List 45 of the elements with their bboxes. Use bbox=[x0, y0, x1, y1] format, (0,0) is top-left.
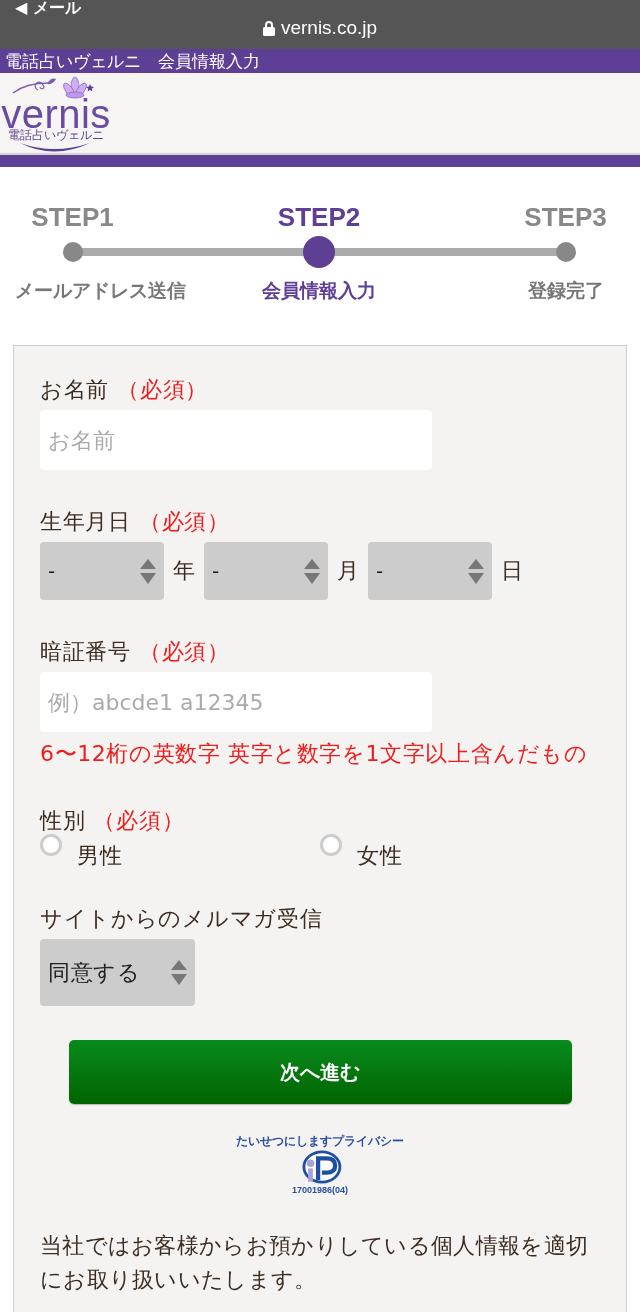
required-mark: （必須） bbox=[138, 638, 230, 666]
required-mark: （必須） bbox=[117, 376, 208, 404]
star-icon bbox=[86, 84, 94, 92]
date-select[interactable]: - bbox=[368, 542, 492, 600]
date-unit-label: 日 bbox=[500, 557, 524, 585]
lock-icon bbox=[262, 20, 275, 36]
step-label: 登録完了 bbox=[527, 278, 604, 302]
up-down-arrows-icon bbox=[304, 558, 320, 584]
required-mark: （必須） bbox=[138, 508, 230, 536]
page-title-bar: 電話占いヴェルニ 会員情報入力 bbox=[0, 49, 640, 73]
step-title: STEP3 bbox=[524, 202, 607, 232]
step-label: メールアドレス送信 bbox=[15, 278, 186, 302]
field-label: 性別 bbox=[40, 807, 86, 835]
dropdown-select[interactable]: 同意する bbox=[40, 939, 195, 1006]
back-link[interactable]: ◀ メール bbox=[15, 0, 81, 16]
up-down-arrows-icon bbox=[140, 558, 156, 584]
privacy-mark-number: 17001986(04) bbox=[291, 1185, 349, 1196]
swirl-leaf-icon bbox=[12, 78, 56, 94]
step-title: STEP2 bbox=[277, 202, 361, 232]
date-unit-label: 年 bbox=[172, 557, 196, 585]
next-button[interactable]: 次へ進む bbox=[68, 1040, 572, 1104]
url-text[interactable]: vernis.co.jp bbox=[280, 17, 378, 39]
field-label: お名前 bbox=[40, 376, 110, 404]
radio-button[interactable] bbox=[40, 834, 62, 856]
date-select[interactable]: - bbox=[204, 542, 328, 600]
input-hint: 6〜12桁の英数字 英字と数字を1文字以上含んだもの bbox=[40, 740, 589, 768]
field-label: サイトからのメルマガ受信 bbox=[40, 905, 323, 933]
privacy-notice: 当社ではお客様からお預かりしている個人情報を適切にお取り扱いいたします。 bbox=[40, 1232, 590, 1294]
step-label: 会員情報入力 bbox=[262, 278, 376, 302]
date-select[interactable]: - bbox=[40, 542, 164, 600]
step-title: STEP1 bbox=[31, 202, 114, 232]
radio-label[interactable]: 女性 bbox=[357, 841, 403, 871]
privacy-mark-caption: たいせつにしますプライバシー bbox=[236, 1134, 404, 1148]
up-down-arrows-icon bbox=[171, 960, 187, 985]
lotus-flower-icon bbox=[63, 76, 87, 99]
field-label: 生年月日 bbox=[40, 508, 131, 536]
input-field[interactable]: 例）abcde1 a12345 bbox=[40, 672, 432, 732]
input-field[interactable]: お名前 bbox=[40, 410, 432, 470]
radio-button[interactable] bbox=[320, 834, 342, 856]
field-label: 暗証番号 bbox=[40, 638, 131, 666]
crescent-drawing bbox=[20, 143, 90, 152]
date-unit-label: 月 bbox=[336, 557, 360, 585]
up-down-arrows-icon bbox=[468, 558, 484, 584]
required-mark: （必須） bbox=[93, 807, 185, 835]
radio-label[interactable]: 男性 bbox=[77, 841, 123, 871]
